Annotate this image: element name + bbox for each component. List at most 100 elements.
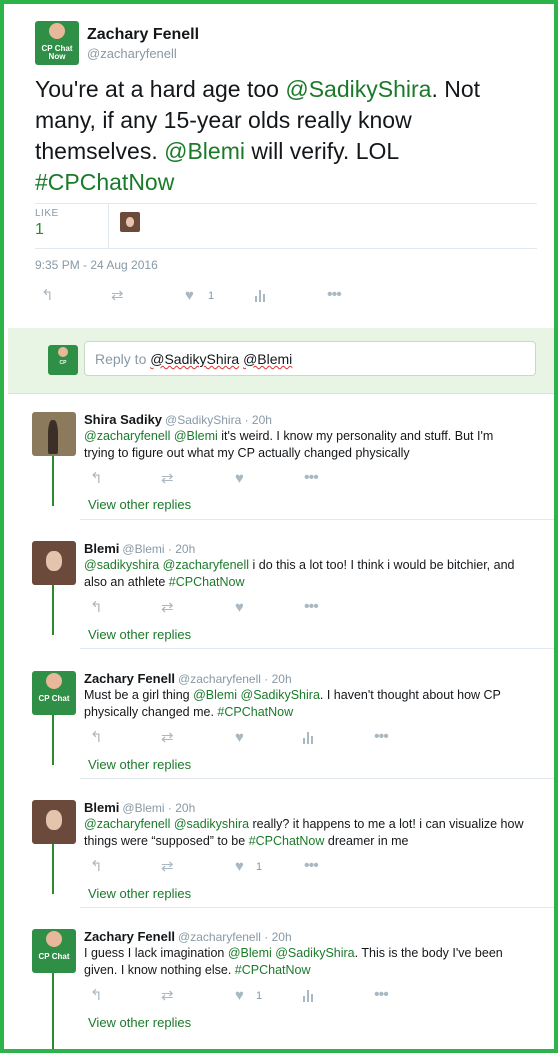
more-icon[interactable]: ••• — [374, 987, 389, 1003]
avatar-logo-text: CP Chat Now — [41, 44, 73, 61]
view-other-replies-link[interactable]: View other replies — [88, 886, 191, 901]
retweet-icon[interactable]: ⇄ — [161, 600, 174, 615]
liker-avatar[interactable] — [120, 212, 140, 232]
mention-link[interactable]: @Blemi @SadikyShira — [193, 688, 320, 702]
analytics-icon[interactable] — [255, 290, 267, 302]
heart-icon[interactable]: ♥ — [235, 600, 244, 615]
retweet-icon[interactable]: ⇄ — [161, 859, 174, 874]
mention-link[interactable]: @SadikyShira — [285, 76, 431, 102]
my-avatar: CP — [48, 345, 78, 375]
reply-actions: ↰ ⇄ ♥ 1 ••• — [84, 987, 389, 1004]
author-avatar[interactable] — [32, 800, 76, 844]
mention-link[interactable]: @Blemi @SadikyShira — [228, 946, 355, 960]
author-avatar[interactable] — [32, 541, 76, 585]
author-name: Blemi — [84, 541, 120, 556]
likes-label: LIKE — [35, 208, 59, 219]
hashtag-link[interactable]: #CPChatNow — [169, 575, 245, 589]
mention-link[interactable]: @Blemi — [164, 138, 245, 164]
analytics-icon[interactable] — [303, 732, 315, 744]
retweet-icon[interactable]: ⇄ — [161, 471, 174, 486]
reply-author[interactable]: Zachary Fenell @zacharyfenell · 20h — [84, 929, 292, 944]
heart-icon[interactable]: ♥ — [235, 859, 244, 874]
view-other-replies-link[interactable]: View other replies — [88, 497, 191, 512]
reply-actions: ↰ ⇄ ♥ ••• — [84, 729, 389, 746]
heart-icon[interactable]: ♥ — [235, 730, 244, 745]
reply-author[interactable]: Shira Sadiky @SadikyShira · 20h — [84, 412, 272, 427]
reply-tweet: CP Chat Zachary Fenell @zacharyfenell · 2… — [8, 929, 554, 1049]
reply-actions: ↰ ⇄ ♥ ••• — [84, 470, 384, 487]
reply-icon[interactable]: ↰ — [41, 288, 54, 303]
heart-icon[interactable]: ♥ — [235, 988, 244, 1003]
hashtag-link[interactable]: #CPChatNow — [35, 169, 174, 195]
view-other-replies-link[interactable]: View other replies — [88, 757, 191, 772]
author-handle: @Blemi · 20h — [122, 801, 196, 815]
reply-composer: CP Reply to @SadikyShira @Blemi — [8, 328, 554, 394]
author-avatar[interactable]: CP Chat — [32, 929, 76, 973]
reply-author[interactable]: Blemi @Blemi · 20h — [84, 541, 195, 556]
thread-line — [52, 844, 54, 894]
author-name: Blemi — [84, 800, 120, 815]
tweet-detail-frame: CP Chat Now Zachary Fenell @zacharyfenel… — [0, 0, 558, 1053]
reply-icon[interactable]: ↰ — [90, 471, 103, 486]
heart-icon[interactable]: ♥ — [185, 288, 194, 303]
retweet-icon[interactable]: ⇄ — [161, 730, 174, 745]
view-other-replies-link[interactable]: View other replies — [88, 627, 191, 642]
author-avatar[interactable]: CP Chat — [32, 671, 76, 715]
author-name[interactable]: Zachary Fenell — [87, 26, 199, 44]
reply-text: Must be a girl thing @Blemi @SadikyShira… — [84, 687, 524, 720]
reply-author[interactable]: Blemi @Blemi · 20h — [84, 800, 195, 815]
reply-tweet: Blemi @Blemi · 20h @zacharyfenell @sadiky… — [8, 800, 554, 908]
heart-icon[interactable]: ♥ — [235, 471, 244, 486]
reply-icon[interactable]: ↰ — [90, 730, 103, 745]
analytics-icon[interactable] — [303, 990, 315, 1002]
hashtag-link[interactable]: #CPChatNow — [249, 834, 325, 848]
reply-input[interactable]: Reply to @SadikyShira @Blemi — [84, 341, 536, 376]
reply-icon[interactable]: ↰ — [90, 859, 103, 874]
reply-actions: ↰ ⇄ ♥ ••• — [84, 599, 384, 616]
like-count: 1 — [256, 990, 263, 1002]
more-icon[interactable]: ••• — [304, 470, 319, 486]
more-icon[interactable]: ••• — [374, 729, 389, 745]
more-icon[interactable]: ••• — [327, 287, 342, 303]
author-avatar[interactable] — [32, 412, 76, 456]
main-tweet: CP Chat Now Zachary Fenell @zacharyfenel… — [8, 8, 554, 328]
reply-icon[interactable]: ↰ — [90, 988, 103, 1003]
tweet-actions: ↰ ⇄ ♥ 1 ••• — [35, 284, 435, 306]
reply-text-part: Must be a girl thing — [84, 688, 194, 702]
view-other-replies-link[interactable]: View other replies — [88, 1015, 191, 1030]
likes-count[interactable]: 1 — [35, 221, 44, 239]
reply-divider — [80, 907, 554, 908]
retweet-icon[interactable]: ⇄ — [161, 988, 174, 1003]
author-handle: @Blemi · 20h — [122, 542, 196, 556]
author-handle[interactable]: @zacharyfenell — [87, 46, 177, 61]
reply-text: @zacharyfenell @sadikyshira really? it h… — [84, 816, 524, 849]
reply-divider — [80, 519, 554, 520]
retweet-icon[interactable]: ⇄ — [111, 288, 124, 303]
more-icon[interactable]: ••• — [304, 599, 319, 615]
reply-text: @zacharyfenell @Blemi it's weird. I know… — [84, 428, 524, 461]
hashtag-link[interactable]: #CPChatNow — [217, 705, 293, 719]
author-avatar[interactable]: CP Chat Now — [35, 21, 79, 65]
reply-text-part: dreamer in me — [324, 833, 409, 848]
hashtag-link[interactable]: #CPChatNow — [235, 963, 311, 977]
thread-line — [52, 715, 54, 765]
reply-divider — [80, 778, 554, 779]
more-icon[interactable]: ••• — [304, 858, 319, 874]
thread-line — [52, 973, 54, 1049]
reply-author[interactable]: Zachary Fenell @zacharyfenell · 20h — [84, 671, 292, 686]
reply-tweet: Shira Sadiky @SadikyShira · 20h @zacharyf… — [8, 412, 554, 520]
tweet-timestamp[interactable]: 9:35 PM - 24 Aug 2016 — [35, 258, 158, 272]
mention-link[interactable]: @zacharyfenell @Blemi — [84, 429, 218, 443]
author-handle: @zacharyfenell · 20h — [178, 930, 292, 944]
mention-link[interactable]: @sadikyshira @zacharyfenell — [84, 558, 249, 572]
likes-stats: LIKE 1 — [35, 203, 537, 249]
author-name: Shira Sadiky — [84, 412, 163, 427]
reply-actions: ↰ ⇄ ♥ 1 ••• — [84, 858, 384, 875]
mention-link[interactable]: @zacharyfenell @sadikyshira — [84, 817, 249, 831]
reply-tweet: CP Chat Zachary Fenell @zacharyfenell · 2… — [8, 671, 554, 779]
reply-thread: Shira Sadiky @SadikyShira · 20h @zacharyf… — [8, 394, 554, 1049]
author-name: Zachary Fenell — [84, 929, 176, 944]
reply-icon[interactable]: ↰ — [90, 600, 103, 615]
reply-text: @sadikyshira @zacharyfenell i do this a … — [84, 557, 524, 590]
tweet-text-part: You're at a hard age too — [35, 76, 286, 102]
